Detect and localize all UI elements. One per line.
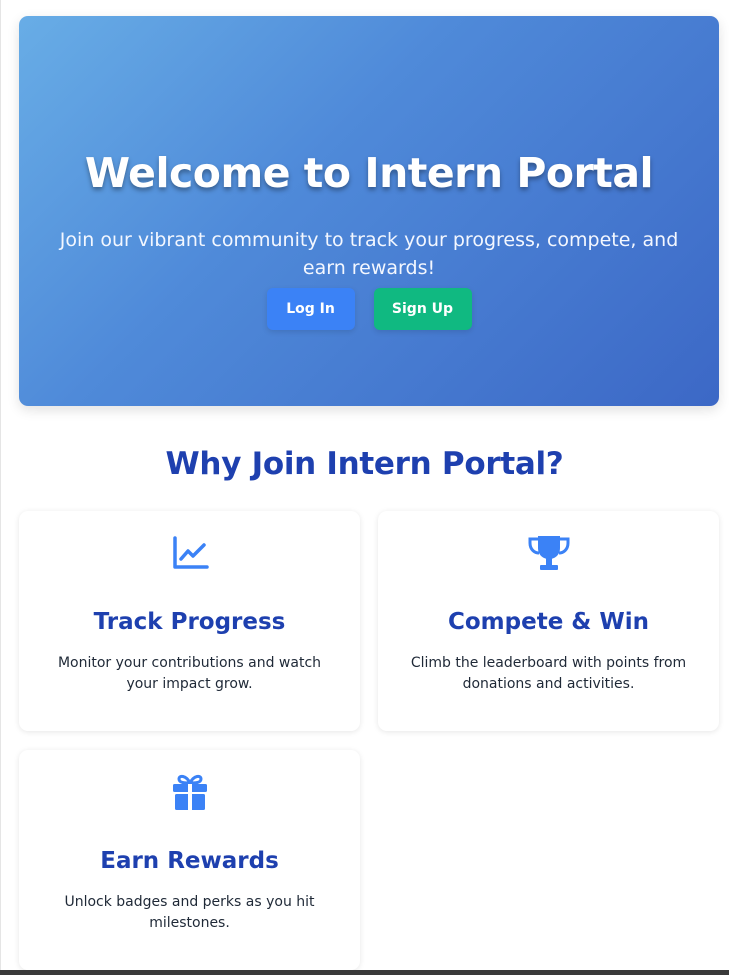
hero-banner: Welcome to Intern Portal Join our vibran…: [19, 16, 719, 406]
trophy-icon: [378, 533, 719, 573]
login-button[interactable]: Log In: [266, 288, 355, 330]
signup-button[interactable]: Sign Up: [373, 288, 472, 330]
features-heading: Why Join Intern Portal?: [165, 446, 564, 482]
chart-line-icon: [19, 533, 360, 573]
feature-card-earn-rewards: Earn Rewards Unlock badges and perks as …: [19, 750, 360, 970]
hero-title: Welcome to Intern Portal: [84, 149, 654, 197]
feature-description: Climb the leaderboard with points from d…: [410, 655, 687, 692]
window-bottom-edge: [0, 970, 729, 975]
feature-description: Unlock badges and perks as you hit miles…: [64, 894, 315, 931]
window-edge: [0, 0, 1, 970]
feature-description: Monitor your contributions and watch you…: [57, 655, 322, 692]
feature-card-track-progress: Track Progress Monitor your contribution…: [19, 511, 360, 731]
gift-icon: [19, 772, 360, 812]
feature-title: Compete & Win: [447, 609, 649, 635]
hero-subtitle: Join our vibrant community to track your…: [59, 229, 679, 279]
feature-title: Track Progress: [93, 609, 286, 635]
hero-actions: Log In Sign Up: [19, 288, 719, 330]
feature-card-compete-win: Compete & Win Climb the leaderboard with…: [378, 511, 719, 731]
feature-title: Earn Rewards: [100, 848, 279, 874]
landing-page: Welcome to Intern Portal Join our vibran…: [0, 0, 729, 975]
